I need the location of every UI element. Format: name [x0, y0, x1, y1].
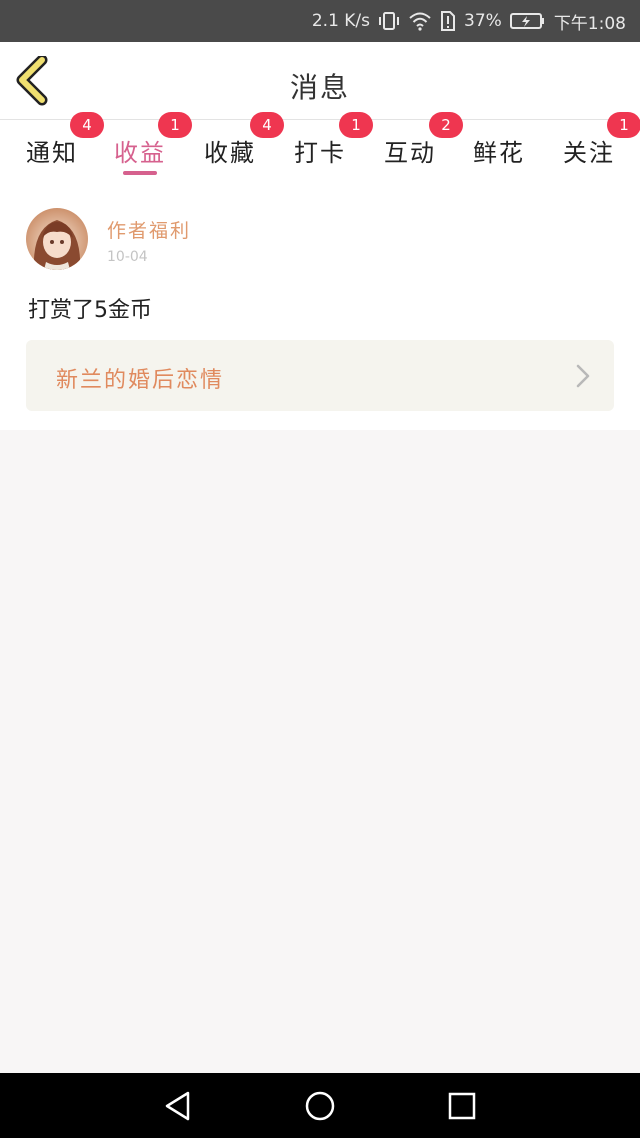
tab-label: 关注 [563, 138, 615, 167]
tab-label: 打卡 [294, 138, 346, 167]
message-date: 10-04 [107, 249, 148, 265]
sim-alert-icon [440, 11, 456, 31]
badge-count: 2 [429, 112, 463, 138]
circle-home-icon [305, 1091, 335, 1121]
battery-charging-icon [509, 12, 546, 30]
tab-label: 互动 [384, 138, 436, 167]
square-recent-icon [448, 1092, 476, 1120]
system-navigation-bar [0, 1073, 640, 1138]
tab-notifications[interactable]: 通知 4 [16, 112, 104, 180]
header: 消息 [0, 42, 640, 120]
battery-percent: 37% [464, 11, 502, 31]
tab-label: 收益 [114, 138, 166, 167]
active-tab-indicator [123, 171, 157, 175]
badge-count: 1 [607, 112, 640, 138]
nav-home-button[interactable] [303, 1089, 337, 1123]
tab-bar: 通知 4 收益 1 收藏 4 打卡 1 互动 2 鲜花 关注 1 [0, 112, 640, 180]
tab-flowers[interactable]: 鲜花 [463, 120, 535, 180]
message-text: 打赏了5金币 [28, 298, 152, 323]
book-title: 新兰的婚后恋情 [56, 368, 225, 393]
vibrate-icon [378, 11, 400, 31]
badge-count: 1 [158, 112, 192, 138]
badge-count: 4 [70, 112, 104, 138]
tab-following[interactable]: 关注 1 [553, 112, 640, 180]
tab-checkin[interactable]: 打卡 1 [284, 112, 373, 180]
tab-interactions[interactable]: 互动 2 [374, 112, 463, 180]
triangle-back-icon [165, 1091, 190, 1121]
badge-count: 4 [250, 112, 284, 138]
nav-back-button[interactable] [161, 1089, 195, 1123]
message-list: 作者福利 10-04 打赏了5金币 新兰的婚后恋情 [0, 180, 640, 430]
clock: 下午1:08 [553, 13, 626, 34]
tab-favorites[interactable]: 收藏 4 [194, 112, 284, 180]
chevron-right-icon [576, 364, 590, 392]
tab-label: 通知 [26, 138, 78, 167]
tab-label: 鲜花 [473, 138, 525, 167]
wifi-icon [408, 11, 432, 31]
nav-recent-button[interactable] [445, 1089, 479, 1123]
network-speed: 2.1 K/s [311, 11, 371, 31]
book-link-card[interactable]: 新兰的婚后恋情 [26, 340, 614, 411]
avatar[interactable] [26, 208, 88, 270]
tab-label: 收藏 [204, 138, 256, 167]
sender-name: 作者福利 [107, 220, 192, 242]
badge-count: 1 [339, 112, 373, 138]
status-bar: 2.1 K/s 37% 下午1:08 [0, 0, 640, 42]
page-title: 消息 [289, 71, 350, 104]
tab-earnings[interactable]: 收益 1 [104, 112, 192, 180]
